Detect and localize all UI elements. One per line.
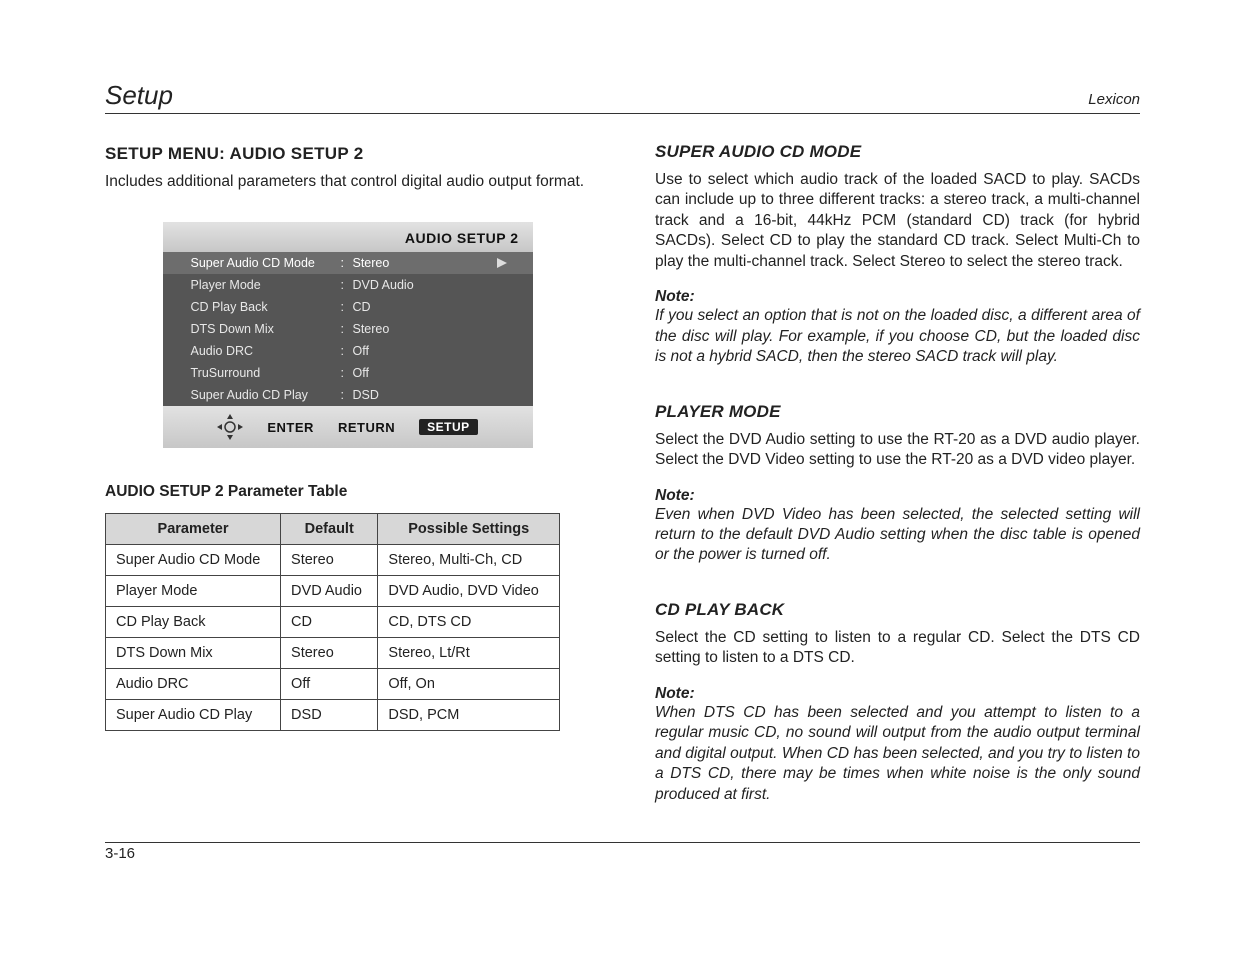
osd-colon: : <box>341 344 353 358</box>
osd-row-value: DVD Audio <box>353 278 511 292</box>
table-row: Super Audio CD Play DSD DSD, PCM <box>106 700 560 731</box>
osd-screenshot: AUDIO SETUP 2 Super Audio CD Mode : Ster… <box>163 222 533 448</box>
header-brand: Lexicon <box>1088 91 1140 108</box>
param-cell: DTS Down Mix <box>106 638 281 669</box>
table-row: CD Play Back CD CD, DTS CD <box>106 607 560 638</box>
param-cell: Off, On <box>378 669 560 700</box>
osd-enter-button: ENTER <box>267 420 314 435</box>
body-paragraph: Select the CD setting to listen to a reg… <box>655 628 1140 669</box>
right-column: SUPER AUDIO CD MODE Use to select which … <box>655 142 1140 825</box>
param-th: Parameter <box>106 514 281 545</box>
intro-text: Includes additional parameters that cont… <box>105 172 590 192</box>
param-cell: Player Mode <box>106 576 281 607</box>
param-cell: Off <box>281 669 378 700</box>
dpad-icon <box>217 414 243 440</box>
osd-row: DTS Down Mix : Stereo <box>163 318 533 340</box>
osd-row-value: Stereo <box>353 256 497 270</box>
param-cell: CD Play Back <box>106 607 281 638</box>
note-block: Note: When DTS CD has been selected and … <box>655 685 1140 805</box>
osd-colon: : <box>341 366 353 380</box>
note-text: When DTS CD has been selected and you at… <box>655 703 1140 805</box>
param-table: Parameter Default Possible Settings Supe… <box>105 513 560 731</box>
osd-row-value: Stereo <box>353 322 511 336</box>
osd-row: Super Audio CD Play : DSD <box>163 384 533 406</box>
note-label: Note <box>655 288 689 305</box>
osd-colon: : <box>341 278 353 292</box>
param-th: Default <box>281 514 378 545</box>
param-cell: Stereo, Lt/Rt <box>378 638 560 669</box>
note-colon: : <box>689 288 694 305</box>
param-cell: Stereo <box>281 638 378 669</box>
osd-row-label: Player Mode <box>191 278 341 292</box>
osd-colon: : <box>341 322 353 336</box>
note-colon: : <box>689 487 694 504</box>
osd-row-label: CD Play Back <box>191 300 341 314</box>
header-section: Setup <box>105 80 173 111</box>
osd-row-value: CD <box>353 300 511 314</box>
param-cell: Stereo <box>281 545 378 576</box>
osd-title: AUDIO SETUP 2 <box>163 222 533 252</box>
param-cell: DSD <box>281 700 378 731</box>
param-cell: CD <box>281 607 378 638</box>
osd-row-label: TruSurround <box>191 366 341 380</box>
osd-colon: : <box>341 388 353 402</box>
osd-footer: ENTER RETURN SETUP <box>163 406 533 448</box>
param-cell: Super Audio CD Mode <box>106 545 281 576</box>
page-header: Setup Lexicon <box>105 80 1140 114</box>
osd-row-value: Off <box>353 344 511 358</box>
table-row: Player Mode DVD Audio DVD Audio, DVD Vid… <box>106 576 560 607</box>
section-heading: SUPER AUDIO CD MODE <box>655 142 1140 162</box>
osd-row-label: DTS Down Mix <box>191 322 341 336</box>
page-number: 3-16 <box>105 845 135 862</box>
body-paragraph: Use to select which audio track of the l… <box>655 170 1140 272</box>
note-label: Note <box>655 487 689 504</box>
param-cell: DVD Audio, DVD Video <box>378 576 560 607</box>
osd-return-button: RETURN <box>338 420 395 435</box>
osd-list: Super Audio CD Mode : Stereo Player Mode… <box>163 252 533 406</box>
osd-row-value: DSD <box>353 388 511 402</box>
osd-colon: : <box>341 256 353 270</box>
osd-row-value: Off <box>353 366 511 380</box>
left-column: SETUP MENU: AUDIO SETUP 2 Includes addit… <box>105 142 590 825</box>
osd-colon: : <box>341 300 353 314</box>
osd-row: Super Audio CD Mode : Stereo <box>163 252 533 274</box>
section-heading: SETUP MENU: AUDIO SETUP 2 <box>105 144 590 164</box>
note-label: Note: <box>655 685 695 702</box>
osd-row-label: Super Audio CD Play <box>191 388 341 402</box>
body-paragraph: Select the DVD Audio setting to use the … <box>655 430 1140 471</box>
osd-row: TruSurround : Off <box>163 362 533 384</box>
osd-row: Player Mode : DVD Audio <box>163 274 533 296</box>
section-heading: CD PLAY BACK <box>655 600 1140 620</box>
osd-row: CD Play Back : CD <box>163 296 533 318</box>
osd-row-label: Super Audio CD Mode <box>191 256 341 270</box>
param-cell: Super Audio CD Play <box>106 700 281 731</box>
note-text: Even when DVD Video has been selected, t… <box>655 505 1140 566</box>
param-cell: Stereo, Multi-Ch, CD <box>378 545 560 576</box>
param-table-caption: AUDIO SETUP 2 Parameter Table <box>105 483 590 501</box>
param-cell: Audio DRC <box>106 669 281 700</box>
table-row: Super Audio CD Mode Stereo Stereo, Multi… <box>106 545 560 576</box>
param-th: Possible Settings <box>378 514 560 545</box>
note-block: Note: If you select an option that is no… <box>655 288 1140 367</box>
note-block: Note: Even when DVD Video has been selec… <box>655 487 1140 566</box>
table-row: Audio DRC Off Off, On <box>106 669 560 700</box>
section-heading: PLAYER MODE <box>655 402 1140 422</box>
osd-row-label: Audio DRC <box>191 344 341 358</box>
note-text: If you select an option that is not on t… <box>655 306 1140 367</box>
table-row: DTS Down Mix Stereo Stereo, Lt/Rt <box>106 638 560 669</box>
osd-setup-button: SETUP <box>419 419 478 435</box>
param-cell: DSD, PCM <box>378 700 560 731</box>
play-arrow-icon <box>497 258 511 268</box>
param-cell: DVD Audio <box>281 576 378 607</box>
page-footer: 3-16 <box>105 842 1140 862</box>
osd-row: Audio DRC : Off <box>163 340 533 362</box>
param-cell: CD, DTS CD <box>378 607 560 638</box>
